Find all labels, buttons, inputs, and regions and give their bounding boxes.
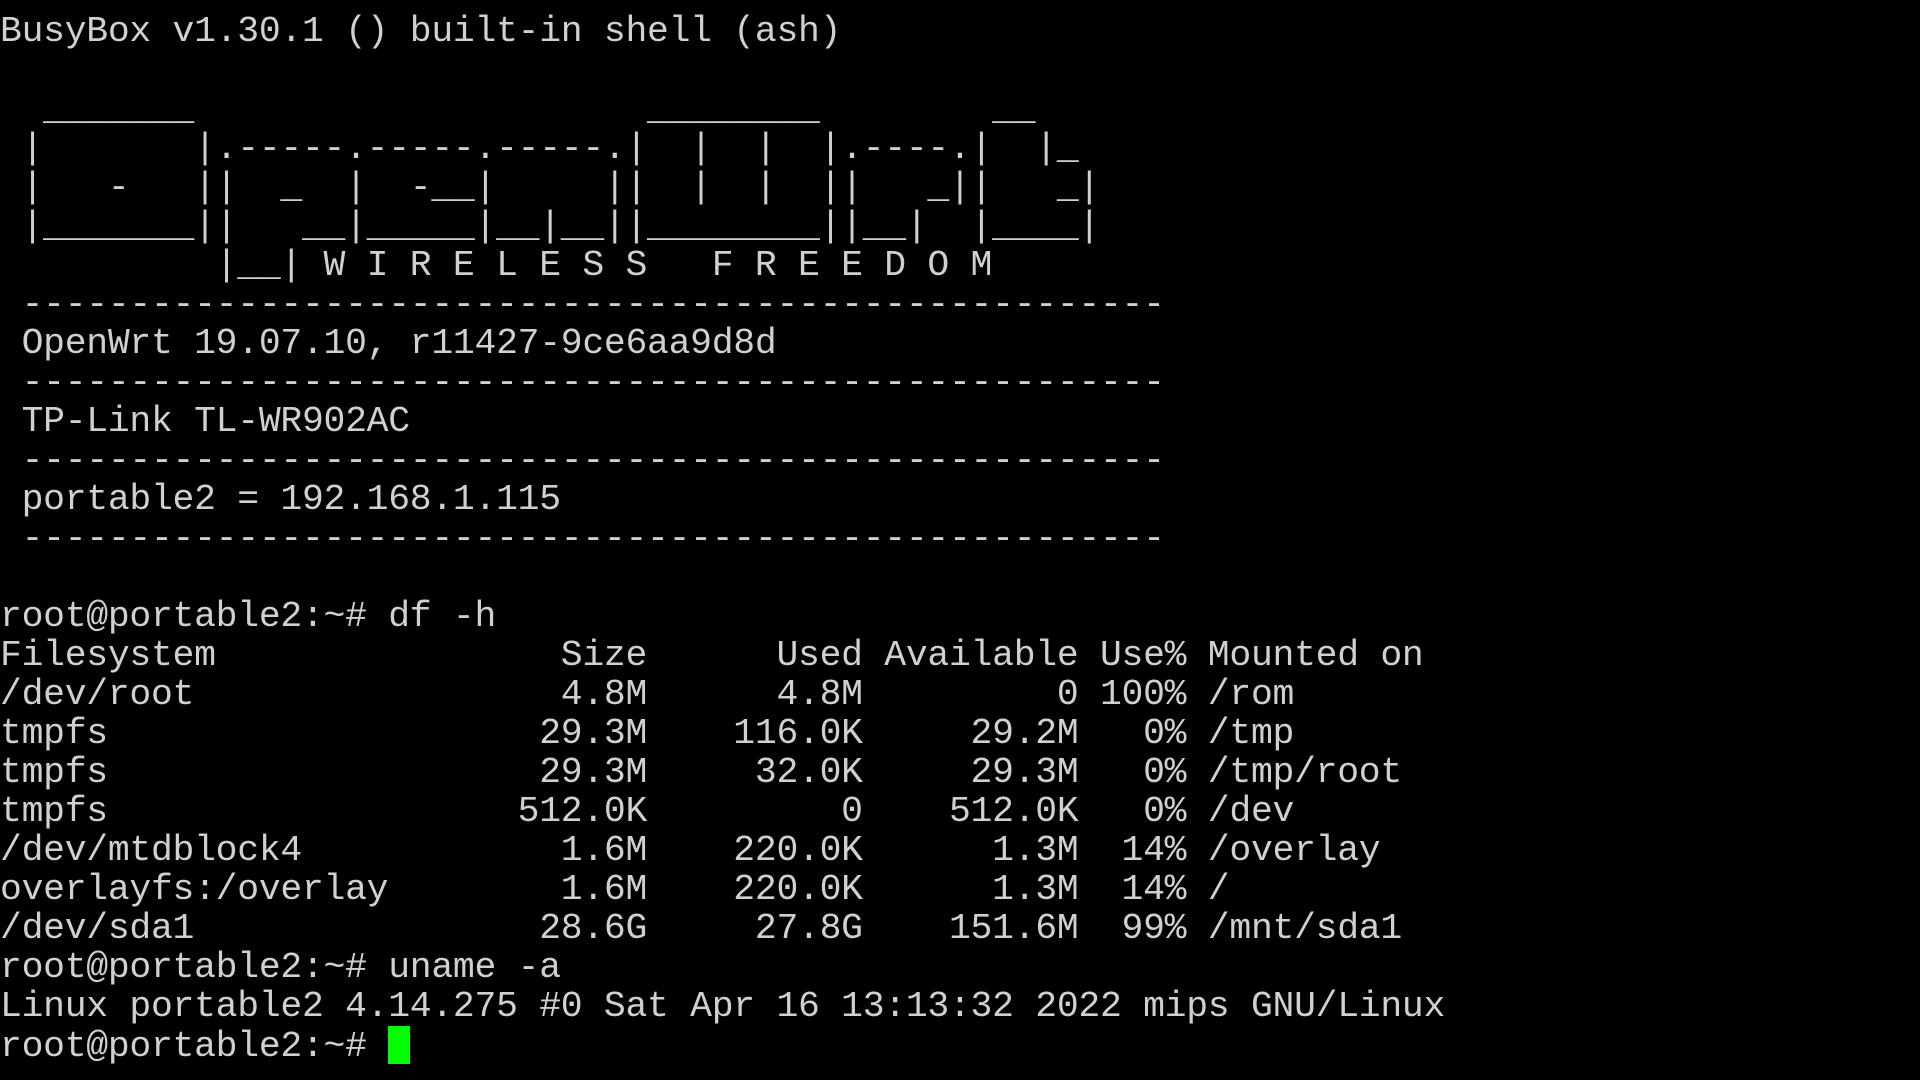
hostname-ip-line: portable2 = 192.168.1.115 [0, 479, 561, 520]
openwrt-logo-line-4: |_______|| __|_____|__|__||________||__|… [0, 206, 1101, 247]
terminal-window[interactable]: BusyBox v1.30.1 () built-in shell (ash) … [0, 0, 1920, 1080]
busybox-banner-line: BusyBox v1.30.1 () built-in shell (ash) [0, 11, 842, 52]
active-prompt-line[interactable]: root@portable2:~# [0, 1026, 1920, 1067]
device-model-line: TP-Link TL-WR902AC [0, 401, 411, 442]
df-row-dev-root: /dev/root 4.8M 4.8M 0 100% /rom [0, 674, 1295, 715]
uname-command-line: root@portable2:~# uname -a [0, 947, 561, 988]
df-row-overlayfs: overlayfs:/overlay 1.6M 220.0K 1.3M 14% … [0, 869, 1230, 910]
df-row-sda1: /dev/sda1 28.6G 27.8G 151.6M 99% /mnt/sd… [0, 908, 1402, 949]
openwrt-version-line: OpenWrt 19.07.10, r11427-9ce6aa9d8d [0, 323, 777, 364]
text-cursor[interactable] [388, 1026, 411, 1064]
df-command-line: root@portable2:~# df -h [0, 596, 497, 637]
openwrt-logo-line-3: | - || _ | -__| || | | || _|| _| [0, 167, 1101, 208]
openwrt-logo-line-1: _______ ________ __ [0, 89, 1036, 130]
uname-output-line: Linux portable2 4.14.275 #0 Sat Apr 16 1… [0, 986, 1446, 1027]
df-row-tmpfs-tmp-root: tmpfs 29.3M 32.0K 29.3M 0% /tmp/root [0, 752, 1402, 793]
separator-line: ----------------------------------------… [0, 362, 1165, 403]
df-header-row: Filesystem Size Used Available Use% Moun… [0, 635, 1424, 676]
separator-line: ----------------------------------------… [0, 440, 1165, 481]
separator-line: ----------------------------------------… [0, 518, 1165, 559]
df-row-mtdblock4: /dev/mtdblock4 1.6M 220.0K 1.3M 14% /ove… [0, 830, 1381, 871]
openwrt-logo-line-2: | |.-----.-----.-----.| | | |.----.| |_ [0, 128, 1079, 169]
df-row-tmpfs-tmp: tmpfs 29.3M 116.0K 29.2M 0% /tmp [0, 713, 1295, 754]
separator-line: ----------------------------------------… [0, 284, 1165, 325]
shell-prompt: root@portable2:~# [0, 1026, 389, 1067]
df-row-tmpfs-dev: tmpfs 512.0K 0 512.0K 0% /dev [0, 791, 1295, 832]
openwrt-logo-tagline: |__| W I R E L E S S F R E E D O M [0, 245, 993, 286]
